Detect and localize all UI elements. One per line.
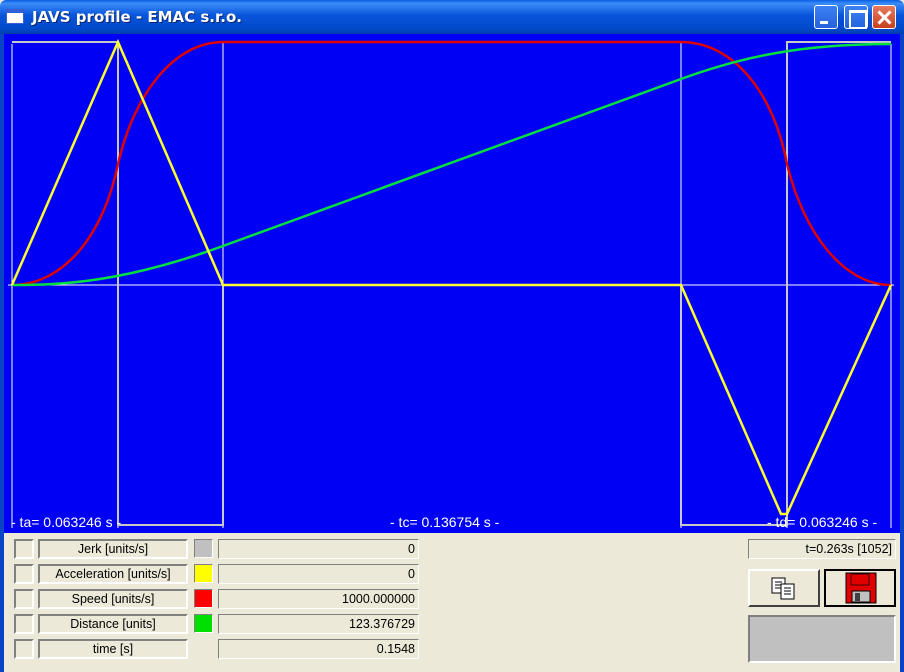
title-bar: JAVS profile - EMAC s.r.o. (0, 0, 904, 34)
acceleration-value: 0 (218, 564, 419, 584)
speed-checkbox[interactable] (14, 589, 34, 609)
speed-label: Speed [units/s] (38, 589, 188, 609)
control-panel: Jerk [units/s] 0 Acceleration [units/s] … (4, 533, 900, 672)
jerk-value: 0 (218, 539, 419, 559)
jerk-color-swatch[interactable] (194, 539, 213, 558)
time-readout: t=0.263s [1052] (748, 539, 896, 559)
acceleration-label: Acceleration [units/s] (38, 564, 188, 584)
save-button[interactable] (824, 569, 896, 607)
speed-value: 1000.000000 (218, 589, 419, 609)
jerk-label: Jerk [units/s] (38, 539, 188, 559)
preview-box (748, 615, 896, 663)
window-title: JAVS profile - EMAC s.r.o. (32, 8, 242, 26)
acceleration-color-swatch[interactable] (194, 564, 213, 583)
close-button[interactable] (872, 5, 896, 29)
distance-label: Distance [units] (38, 614, 188, 634)
motion-profile-plot: - ta= 0.063246 s - - tc= 0.136754 s - - … (4, 34, 900, 533)
acceleration-checkbox[interactable] (14, 564, 34, 584)
speed-color-swatch[interactable] (194, 589, 213, 608)
distance-color-swatch[interactable] (194, 614, 213, 633)
maximize-button[interactable] (844, 5, 868, 29)
app-window-icon (6, 9, 24, 24)
ta-label: - ta= 0.063246 s - (11, 514, 121, 530)
td-label: - td= 0.063246 s - (767, 514, 877, 530)
copy-clipboard-icon (771, 577, 795, 600)
distance-value: 123.376729 (218, 614, 419, 634)
minimize-button[interactable] (814, 5, 838, 29)
jerk-checkbox[interactable] (14, 539, 34, 559)
copy-button[interactable] (748, 569, 820, 607)
time-checkbox[interactable] (14, 639, 34, 659)
time-label: time [s] (38, 639, 188, 659)
window-frame-right (900, 34, 904, 672)
tc-label: - tc= 0.136754 s - (390, 514, 500, 530)
distance-checkbox[interactable] (14, 614, 34, 634)
floppy-disk-save-icon (845, 572, 877, 604)
time-value: 0.1548 (218, 639, 419, 659)
